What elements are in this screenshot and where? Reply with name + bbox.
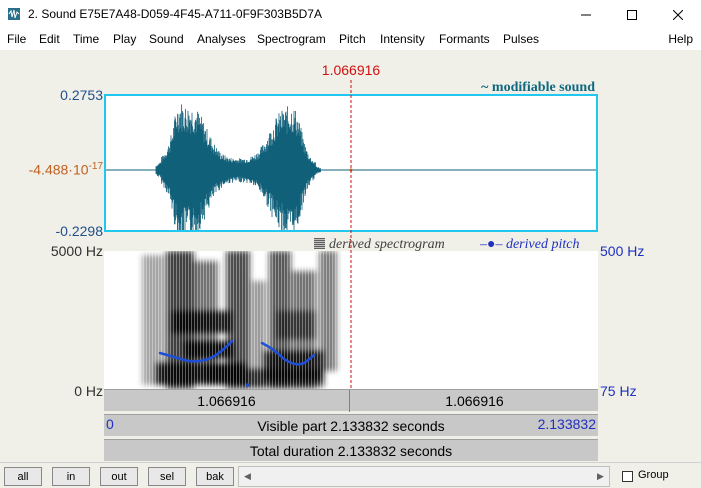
zoom-sel-button[interactable]: sel bbox=[148, 467, 186, 486]
zoom-in-button[interactable]: in bbox=[52, 467, 90, 486]
freq-bottom-label: 0 Hz bbox=[74, 383, 103, 399]
left-part-button[interactable]: 1.066916 bbox=[104, 390, 350, 412]
zoom-all-button[interactable]: all bbox=[4, 467, 42, 486]
cursor-time-label: 1.066916 bbox=[321, 62, 381, 78]
cursor-line bbox=[350, 80, 352, 390]
total-duration-label: Total duration 2.133832 seconds bbox=[249, 443, 453, 459]
waveform-trace bbox=[155, 104, 321, 230]
right-part-button[interactable]: 1.066916 bbox=[351, 390, 598, 412]
minimize-button[interactable] bbox=[563, 0, 609, 30]
wave-ymax-label: 0.2753 bbox=[60, 87, 103, 103]
menu-file[interactable]: File bbox=[7, 32, 26, 46]
bottom-toolbar: all in out sel bak ◀ ▶ Group bbox=[0, 462, 701, 488]
menu-pitch[interactable]: Pitch bbox=[339, 32, 366, 46]
scroll-right-icon[interactable]: ▶ bbox=[592, 467, 609, 486]
minimize-icon bbox=[581, 14, 591, 16]
close-icon bbox=[673, 10, 683, 20]
menu-spectrogram[interactable]: Spectrogram bbox=[257, 32, 326, 46]
pitch-top-label: 500 Hz bbox=[600, 243, 645, 259]
horizontal-scrollbar[interactable]: ◀ ▶ bbox=[238, 466, 610, 487]
menu-bar: File Edit Time Play Sound Analyses Spect… bbox=[0, 30, 701, 50]
menu-sound[interactable]: Sound bbox=[149, 32, 184, 46]
wave-ymid-label: -4.488·10-17 bbox=[28, 161, 103, 178]
selection-parts-bar: 1.066916 1.066916 bbox=[104, 389, 598, 412]
praat-sound-editor-window: 2. Sound E75E7A48-D059-4F45-A711-0F9F303… bbox=[0, 0, 701, 488]
pitch-point bbox=[246, 383, 250, 387]
menu-intensity[interactable]: Intensity bbox=[380, 32, 425, 46]
close-button[interactable] bbox=[655, 0, 701, 30]
zoom-back-button[interactable]: bak bbox=[196, 467, 234, 486]
visible-start-label: 0 bbox=[106, 416, 114, 432]
title-bar[interactable]: 2. Sound E75E7A48-D059-4F45-A711-0F9F303… bbox=[0, 0, 701, 30]
maximize-button[interactable] bbox=[609, 0, 655, 30]
pitch-bottom-label: 75 Hz bbox=[600, 383, 637, 399]
menu-play[interactable]: Play bbox=[113, 32, 136, 46]
praat-app-icon bbox=[8, 8, 20, 20]
menu-pulses[interactable]: Pulses bbox=[503, 32, 539, 46]
menu-time[interactable]: Time bbox=[73, 32, 99, 46]
window-title: 2. Sound E75E7A48-D059-4F45-A711-0F9F303… bbox=[28, 7, 322, 21]
pitch-legend-line-icon: –●– bbox=[480, 237, 503, 252]
visible-part-label: Visible part 2.133832 seconds bbox=[257, 418, 445, 434]
spectrogram-legend-swatch-icon bbox=[314, 238, 325, 249]
wave-ymin-label: -0.2298 bbox=[55, 223, 103, 239]
menu-edit[interactable]: Edit bbox=[39, 32, 60, 46]
editor-area[interactable]: 1.066916 ~ modifiable sound 0.2753 -4.48… bbox=[0, 50, 701, 462]
group-checkbox[interactable] bbox=[622, 471, 633, 482]
visible-part-bar[interactable]: Visible part 2.133832 seconds bbox=[104, 414, 598, 436]
freq-top-label: 5000 Hz bbox=[50, 243, 103, 259]
scroll-left-icon[interactable]: ◀ bbox=[239, 467, 256, 486]
menu-analyses[interactable]: Analyses bbox=[197, 32, 246, 46]
total-duration-bar[interactable]: Total duration 2.133832 seconds bbox=[104, 439, 598, 461]
maximize-icon bbox=[627, 10, 637, 20]
zoom-out-button[interactable]: out bbox=[100, 467, 138, 486]
menu-formants[interactable]: Formants bbox=[439, 32, 490, 46]
visible-end-label: 2.133832 bbox=[537, 416, 596, 432]
group-label: Group bbox=[638, 469, 669, 481]
menu-help[interactable]: Help bbox=[668, 32, 693, 46]
